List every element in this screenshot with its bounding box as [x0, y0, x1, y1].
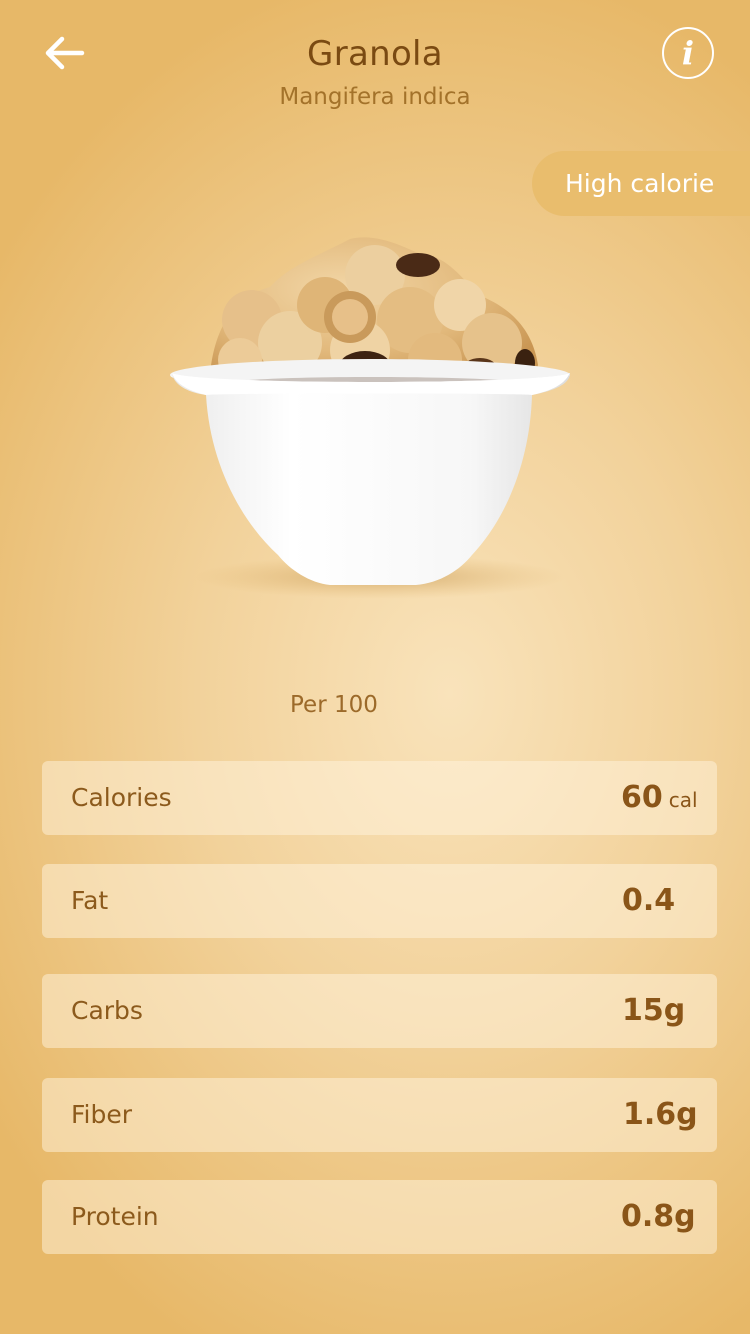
- nutrient-unit: cal: [668, 788, 698, 812]
- serving-label: Per 100: [290, 692, 378, 718]
- nutrient-value: 0.4: [622, 883, 676, 918]
- page-title: Granola: [307, 34, 443, 74]
- nutrient-row-calories: Calories 60 cal: [42, 761, 717, 835]
- food-detail-screen: Granola Mangifera indica i High calorie: [0, 0, 750, 1334]
- nutrient-row-protein: Protein 0.8g: [42, 1180, 717, 1254]
- nutrient-label: Fiber: [71, 1100, 133, 1129]
- nutrient-value: 0.8g: [621, 1199, 696, 1234]
- nutrient-label: Fat: [71, 886, 109, 915]
- nutrient-amount: 60: [621, 780, 663, 815]
- nutrient-value: 15g: [622, 993, 686, 1028]
- nutrient-value: 60 cal: [621, 761, 698, 837]
- nutrient-label: Carbs: [71, 996, 143, 1025]
- info-button[interactable]: i: [662, 27, 714, 79]
- page-subtitle: Mangifera indica: [279, 84, 471, 110]
- nutrient-row-fiber: Fiber 1.6g: [42, 1078, 717, 1152]
- info-icon: i: [681, 34, 695, 72]
- nutrient-label: Protein: [71, 1202, 159, 1231]
- nutrient-row-fat: Fat 0.4: [42, 864, 717, 938]
- nutrient-row-carbs: Carbs 15g: [42, 974, 717, 1048]
- nutrient-value: 1.6g: [623, 1097, 698, 1132]
- calorie-badge: High calorie: [532, 151, 750, 216]
- granola-bowl-image: [160, 225, 580, 625]
- nutrient-label: Calories: [71, 783, 172, 812]
